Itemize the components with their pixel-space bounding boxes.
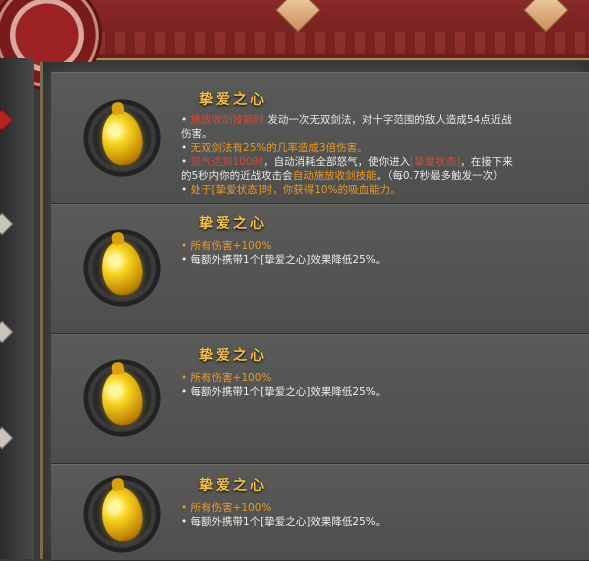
state-text: [挚爱状态] — [410, 156, 461, 168]
item-card[interactable]: 挚爱之心 • 施放收剑技能时 发动一次无双剑法，对十字范围的敌人造成54点近战 … — [51, 72, 589, 204]
golden-heart-icon — [98, 368, 146, 428]
item-card[interactable]: 挚爱之心 • 所有伤害+100% • 每额外携带1个[挚爱之心]效果降低25%。 — [51, 464, 589, 561]
trigger-text: 施放收剑技能时 — [190, 114, 265, 126]
diamond-ornament-icon — [523, 0, 569, 33]
bullet: • — [181, 114, 188, 126]
effect-text: • 每额外携带1个[挚爱之心]效果降低25%。 — [181, 516, 387, 528]
bullet: • — [181, 156, 188, 168]
item-description: • 所有伤害+100% • 每额外携带1个[挚爱之心]效果降低25%。 — [181, 371, 581, 399]
effect-text: 发动一次无双剑法，对十字范围的敌人造成54点近战 — [264, 114, 512, 126]
bullet: • — [181, 184, 188, 196]
effect-text: ，自动消耗全部怒气，使你进入 — [263, 156, 411, 168]
item-card[interactable]: 挚爱之心 • 所有伤害+100% • 每额外携带1个[挚爱之心]效果降低25%。 — [51, 334, 589, 464]
bonus-text: 无双剑法有25%的几率造成3倍伤害。 — [190, 142, 368, 154]
golden-heart-icon — [98, 484, 146, 544]
bullet: • — [181, 142, 188, 154]
effect-text: ，在接下来 — [460, 156, 513, 168]
item-description: • 所有伤害+100% • 每额外携带1个[挚爱之心]效果降低25%。 — [181, 239, 581, 267]
rail-marker-icon — [0, 320, 14, 344]
item-title: 挚爱之心 — [199, 348, 267, 364]
bonus-text: 自动施放收剑技能 — [292, 170, 377, 182]
rail-marker-icon — [0, 426, 14, 450]
bonus-text: • 所有伤害+100% — [181, 502, 272, 514]
effect-text: • 每额外携带1个[挚爱之心]效果降低25%。 — [181, 254, 387, 266]
diamond-ornament-icon — [275, 0, 321, 33]
item-list-panel: 挚爱之心 • 施放收剑技能时 发动一次无双剑法，对十字范围的敌人造成54点近战 … — [40, 62, 589, 561]
effect-text-cont: 的5秒内你的近战攻击会 — [181, 170, 293, 182]
bonus-text: • 所有伤害+100% — [181, 240, 272, 252]
item-description: • 施放收剑技能时 发动一次无双剑法，对十字范围的敌人造成54点近战 伤害。 •… — [181, 113, 581, 197]
item-title: 挚爱之心 — [199, 478, 267, 494]
item-icon-frame — [81, 357, 163, 439]
rail-marker-icon — [0, 108, 14, 132]
trigger-text: 怒气达到100时 — [190, 156, 264, 168]
top-banner — [0, 0, 589, 90]
bonus-text: 处于[挚爱状态]时，你获得10%的吸血能力。 — [190, 184, 401, 196]
item-description: • 所有伤害+100% • 每额外携带1个[挚爱之心]效果降低25%。 — [181, 501, 581, 529]
item-title: 挚爱之心 — [199, 216, 267, 232]
effect-text: • 每额外携带1个[挚爱之心]效果降低25%。 — [181, 386, 387, 398]
rail-marker-icon — [0, 212, 14, 236]
effect-text: 。（每0.7秒最多触发一次） — [376, 170, 504, 182]
left-rail — [0, 58, 34, 559]
golden-heart-icon — [98, 238, 146, 298]
effect-text-cont: 伤害。 — [181, 128, 213, 140]
bonus-text: • 所有伤害+100% — [181, 372, 272, 384]
item-icon-frame — [81, 97, 163, 179]
golden-heart-icon — [98, 108, 146, 168]
banner-pattern — [95, 32, 589, 54]
item-icon-frame — [81, 473, 163, 555]
item-title: 挚爱之心 — [199, 92, 267, 108]
item-icon-frame — [81, 227, 163, 309]
item-card[interactable]: 挚爱之心 • 所有伤害+100% • 每额外携带1个[挚爱之心]效果降低25%。 — [51, 204, 589, 334]
